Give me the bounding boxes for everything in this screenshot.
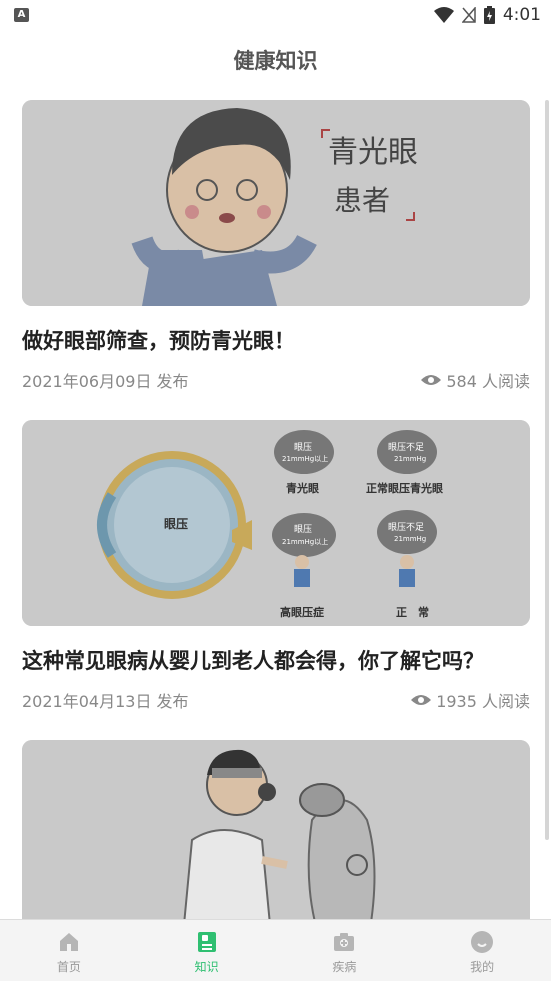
tab-knowledge[interactable]: 知识 xyxy=(138,920,276,981)
view-count: 584 人阅读 xyxy=(420,368,530,392)
tab-label: 我的 xyxy=(470,960,495,974)
image-text-line1: 青光眼 xyxy=(328,135,418,170)
wifi-icon xyxy=(433,7,454,23)
article-thumbnail[interactable] xyxy=(22,740,530,920)
article-meta: 2021年04月13日 发布 1935 人阅读 xyxy=(22,688,530,712)
view-count-text: 1935 人阅读 xyxy=(436,692,530,711)
eye-icon xyxy=(421,375,442,385)
caption-3: 高眼压症 xyxy=(280,605,324,619)
article-title[interactable]: 这种常见眼病从婴儿到老人都会得，你了解它吗？ xyxy=(22,646,530,676)
knowledge-icon xyxy=(197,932,216,952)
tab-home[interactable]: 首页 xyxy=(0,920,138,981)
eye-label: 眼压 xyxy=(164,517,188,531)
eye-icon xyxy=(411,695,432,705)
image-text-line2: 患者 xyxy=(334,184,390,217)
status-icons: 4:01 xyxy=(433,5,541,25)
article-feed[interactable]: 青光眼 患者 做好眼部筛查，预防青光眼！ 2021年06月09日 发布 584 … xyxy=(0,100,551,920)
notification-icon: A xyxy=(14,8,29,22)
status-bar: A 4:01 xyxy=(0,0,551,30)
article-card[interactable]: 眼压 眼压 21mmHg以上 青光眼 眼压不足 21mmHg 正常眼压青光眼 眼… xyxy=(22,420,530,712)
scrollbar[interactable] xyxy=(545,100,549,840)
no-signal-icon xyxy=(461,7,476,23)
caption-1: 青光眼 xyxy=(286,481,319,495)
eye-pressure-illustration: 眼压 眼压 21mmHg以上 青光眼 眼压不足 21mmHg 正常眼压青光眼 眼… xyxy=(22,420,530,626)
article-title[interactable]: 做好眼部筛查，预防青光眼！ xyxy=(22,326,530,356)
article-card[interactable] xyxy=(22,740,530,920)
publish-date: 2021年06月09日 发布 xyxy=(22,372,189,391)
page-title: 健康知识 xyxy=(233,49,318,73)
tab-label: 知识 xyxy=(194,960,219,974)
publish-date: 2021年04月13日 发布 xyxy=(22,692,189,711)
article-thumbnail[interactable]: 眼压 眼压 21mmHg以上 青光眼 眼压不足 21mmHg 正常眼压青光眼 眼… xyxy=(22,420,530,626)
article-meta: 2021年06月09日 发布 584 人阅读 xyxy=(22,368,530,392)
disease-icon xyxy=(334,933,355,951)
article-thumbnail[interactable]: 青光眼 患者 xyxy=(22,100,530,306)
svg-text:21mmHg: 21mmHg xyxy=(394,535,426,543)
caption-2: 正常眼压青光眼 xyxy=(366,481,443,495)
eye-exam-illustration xyxy=(22,740,530,920)
app-header: 健康知识 xyxy=(0,30,551,90)
home-icon xyxy=(59,933,78,951)
svg-text:21mmHg: 21mmHg xyxy=(394,455,426,463)
svg-text:眼压不足: 眼压不足 xyxy=(388,522,424,533)
bottom-tab-bar: 首页 知识 疾病 我的 xyxy=(0,919,551,981)
svg-text:21mmHg以上: 21mmHg以上 xyxy=(282,454,328,463)
caption-4: 正 常 xyxy=(396,605,429,619)
clock: 4:01 xyxy=(502,5,541,25)
view-count-text: 584 人阅读 xyxy=(446,372,530,391)
svg-text:眼压: 眼压 xyxy=(294,524,312,535)
tab-label: 首页 xyxy=(56,960,81,974)
profile-icon xyxy=(471,931,494,953)
svg-text:21mmHg以上: 21mmHg以上 xyxy=(282,537,328,546)
battery-icon xyxy=(483,6,495,24)
svg-text:眼压: 眼压 xyxy=(294,442,312,453)
tab-disease[interactable]: 疾病 xyxy=(276,920,414,981)
article-card[interactable]: 青光眼 患者 做好眼部筛查，预防青光眼！ 2021年06月09日 发布 584 … xyxy=(22,100,530,392)
tab-profile[interactable]: 我的 xyxy=(413,920,551,981)
svg-text:眼压不足: 眼压不足 xyxy=(388,442,424,453)
glaucoma-patient-illustration: 青光眼 患者 xyxy=(22,100,530,306)
view-count: 1935 人阅读 xyxy=(410,688,530,712)
tab-label: 疾病 xyxy=(332,960,357,974)
